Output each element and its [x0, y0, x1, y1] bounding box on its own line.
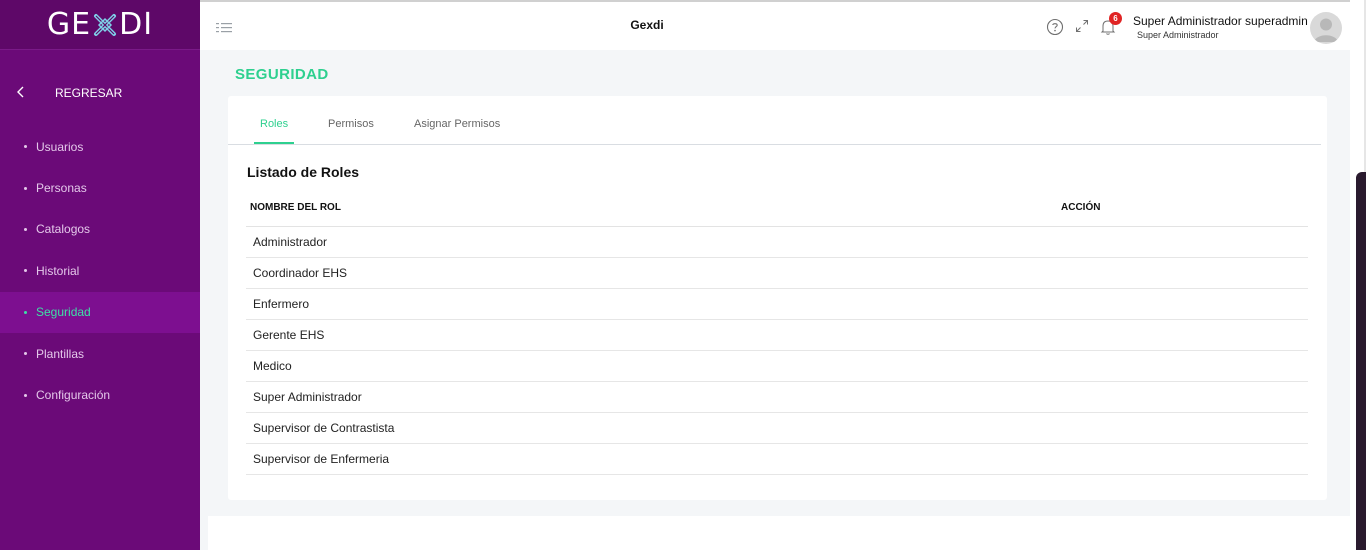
role-name-cell: Medico [253, 359, 292, 373]
role-name-cell: Administrador [253, 235, 328, 249]
page-title: SEGURIDAD [235, 66, 329, 83]
back-label: REGRESAR [55, 86, 123, 100]
sidebar-item-label: Historial [36, 263, 80, 278]
menu-icon[interactable] [216, 21, 232, 33]
back-button[interactable]: REGRESAR [0, 80, 200, 106]
sidebar-item-label: Personas [36, 181, 87, 196]
sidebar-item-plantillas[interactable]: Plantillas [0, 333, 200, 374]
sidebar-item-label: Plantillas [36, 346, 85, 361]
role-name-cell: Coordinador EHS [253, 266, 348, 280]
table-row[interactable]: Coordinador EHS [246, 258, 1308, 289]
logo-text-left: GE [46, 7, 92, 42]
sidebar-item-seguridad[interactable]: Seguridad [0, 291, 200, 333]
tab-roles[interactable]: Roles [260, 118, 288, 130]
help-icon[interactable] [1046, 18, 1064, 36]
top-header: Gexdi 6 Super Administrador superadmin S… [200, 0, 1350, 50]
tab-asignar-permisos[interactable]: Asignar Permisos [414, 118, 500, 130]
sidebar-item-usuarios[interactable]: Usuarios [0, 126, 200, 167]
table-row[interactable]: Enfermero [246, 289, 1308, 320]
bullet-icon [24, 186, 27, 190]
logo-cross-icon [94, 13, 117, 36]
role-name-cell: Super Administrador [253, 390, 362, 404]
sidebar: GE DI REGRESAR Usuarios Personas Catalog… [0, 0, 200, 550]
role-name-cell: Supervisor de Contrastista [253, 421, 395, 435]
table-row[interactable]: Administrador [246, 227, 1308, 258]
bullet-icon [24, 145, 27, 149]
table-row[interactable]: Supervisor de Enfermeria [246, 444, 1308, 475]
sidebar-item-configuracion[interactable]: Configuración [0, 374, 200, 415]
background-window [1356, 172, 1366, 550]
notification-badge: 6 [1109, 12, 1122, 25]
sidebar-item-label: Catalogos [36, 222, 91, 237]
roles-card: Roles Permisos Asignar Permisos Listado … [228, 96, 1327, 500]
footer-panel [208, 516, 1350, 550]
user-role: Super Administrador [1137, 30, 1219, 40]
active-tab-indicator [254, 142, 294, 144]
app-title: Gexdi [630, 18, 664, 32]
user-name[interactable]: Super Administrador superadmin [1133, 14, 1308, 28]
column-header-accion: ACCIÓN [1061, 202, 1101, 213]
role-name-cell: Gerente EHS [253, 328, 325, 342]
sidebar-item-catalogos[interactable]: Catalogos [0, 209, 200, 250]
sidebar-item-label: Seguridad [36, 305, 91, 320]
sidebar-item-label: Configuración [36, 388, 111, 403]
table-row[interactable]: Supervisor de Contrastista [246, 413, 1308, 444]
tab-bar: Roles Permisos Asignar Permisos [228, 96, 1321, 145]
app-logo[interactable]: GE DI [47, 7, 153, 42]
bullet-icon [24, 352, 27, 356]
sidebar-menu: Usuarios Personas Catalogos Historial Se… [0, 126, 200, 416]
logo-text-right: DI [119, 7, 154, 42]
section-title: Listado de Roles [247, 164, 360, 180]
role-name-cell: Enfermero [253, 297, 310, 311]
role-name-cell: Supervisor de Enfermeria [253, 452, 390, 466]
column-header-nombre: NOMBRE DEL ROL [250, 202, 341, 213]
table-header: NOMBRE DEL ROL ACCIÓN [246, 192, 1308, 227]
sidebar-item-label: Usuarios [36, 139, 84, 154]
logo-bar: GE DI [0, 0, 200, 50]
roles-table: NOMBRE DEL ROL ACCIÓN Administrador Coor… [246, 192, 1308, 475]
table-row[interactable]: Super Administrador [246, 382, 1308, 413]
fullscreen-icon[interactable] [1074, 18, 1092, 36]
bullet-icon [24, 393, 27, 397]
table-row[interactable]: Medico [246, 351, 1308, 382]
bullet-icon [24, 310, 27, 314]
bullet-icon [24, 269, 27, 273]
sidebar-item-personas[interactable]: Personas [0, 167, 200, 208]
tab-permisos[interactable]: Permisos [328, 118, 374, 130]
window-edge [1350, 0, 1366, 550]
bullet-icon [24, 227, 27, 231]
avatar[interactable] [1310, 12, 1342, 44]
sidebar-item-historial[interactable]: Historial [0, 250, 200, 291]
table-row[interactable]: Gerente EHS [246, 320, 1308, 351]
chevron-left-icon [16, 85, 32, 101]
